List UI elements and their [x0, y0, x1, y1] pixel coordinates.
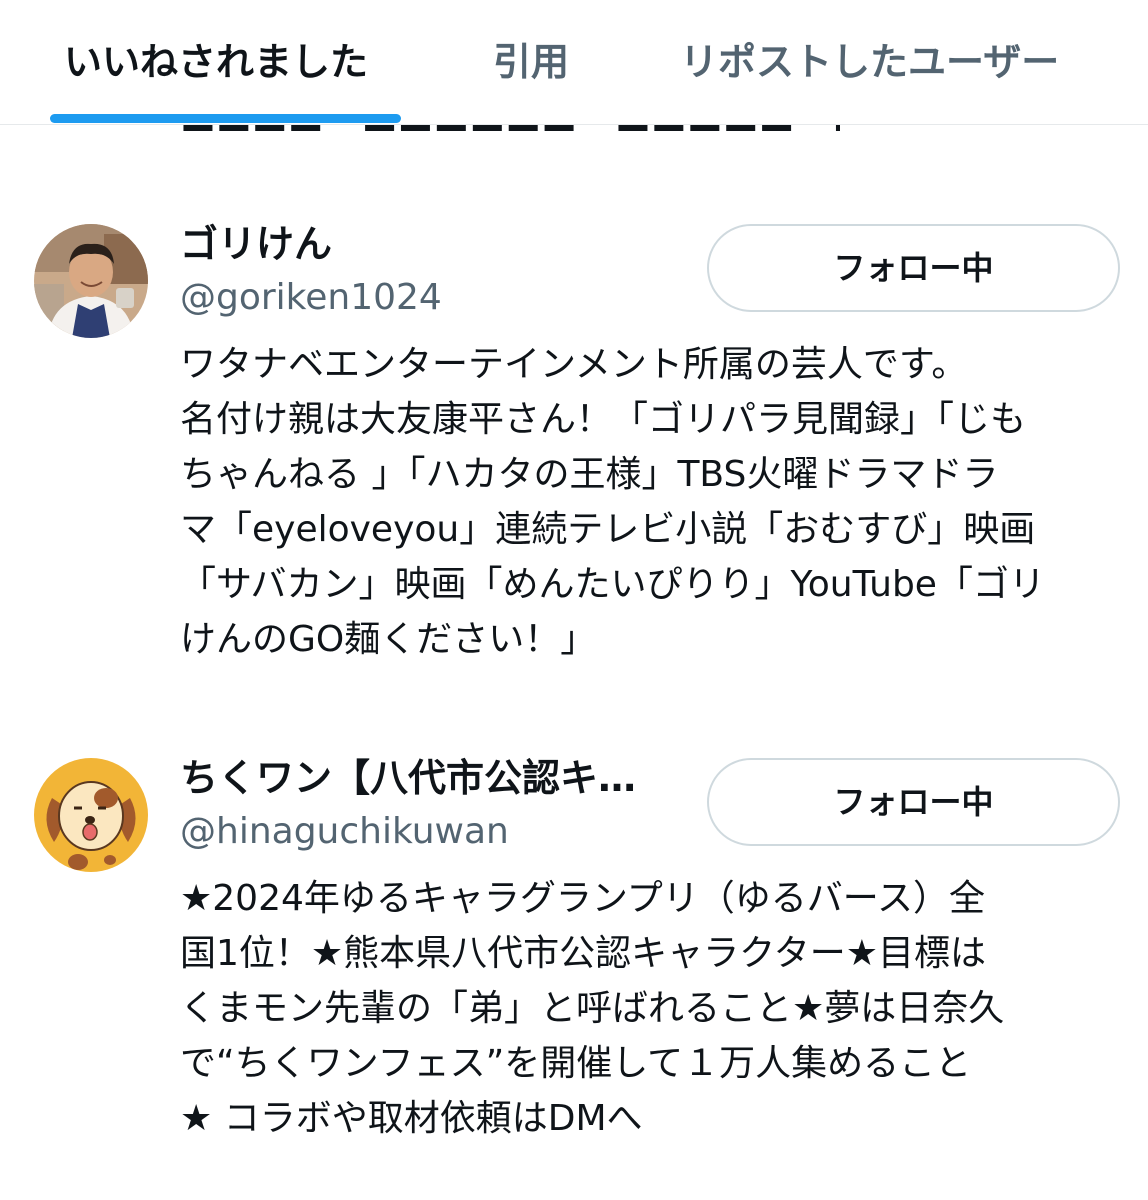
tab-quotes[interactable]: 引用	[493, 34, 569, 90]
bio-line: ワタナベエンターテインメント所属の芸人です。	[180, 344, 968, 385]
bio-line: ちゃんねる 」「ハカタの王様」TBS火曜ドラマドラ	[180, 454, 999, 495]
avatar-photo	[34, 224, 148, 338]
active-tab-indicator	[50, 114, 401, 123]
display-name[interactable]: ちくワン【八代市公認キ…	[180, 756, 636, 800]
bio-line: で“ちくワンフェス”を開催して１万人集めること	[180, 1043, 972, 1084]
following-button[interactable]: フォロー中	[707, 758, 1120, 846]
tab-reposts[interactable]: リポストしたユーザー	[680, 34, 1059, 90]
avatar-illustration	[34, 758, 148, 872]
bio-line: 名付け親は大友康平さん！「ゴリパラ見聞録」「じも	[180, 399, 1027, 440]
user-cell[interactable]: ゴリけん @goriken1024 フォロー中 ワタナベエンターテインメント所属…	[0, 222, 1148, 682]
clipped-previous-row: ■■■■ ■■■■■■ ■■■■■ ■	[180, 125, 840, 131]
user-bio: ★2024年ゆるキャラグランプリ（ゆるバース）全 国1位！★熊本県八代市公認キャ…	[180, 871, 1120, 1146]
bio-line: ★2024年ゆるキャラグランプリ（ゆるバース）全	[180, 878, 986, 919]
avatar[interactable]	[34, 758, 148, 872]
clipped-previous-row-text: ■■■■ ■■■■■■ ■■■■■ ■	[180, 125, 840, 131]
bio-line: ★ コラボや取材依頼はDMへ	[180, 1098, 643, 1139]
avatar[interactable]	[34, 224, 148, 338]
user-bio: ワタナベエンターテインメント所属の芸人です。 名付け親は大友康平さん！「ゴリパラ…	[180, 337, 1120, 667]
bio-line: くまモン先輩の「弟」と呼ばれること★夢は日奈久	[180, 988, 1005, 1029]
tab-likes[interactable]: いいねされました	[64, 34, 368, 90]
user-handle[interactable]: @hinaguchikuwan	[180, 810, 509, 854]
display-name[interactable]: ゴリけん	[180, 222, 332, 266]
bio-line: 「サバカン」映画「めんたいぴりり」YouTube「ゴリ	[180, 564, 1045, 605]
user-cell[interactable]: ちくワン【八代市公認キ… @hinaguchikuwan フォロー中 ★2024…	[0, 756, 1148, 1176]
following-button[interactable]: フォロー中	[707, 224, 1120, 312]
user-handle[interactable]: @goriken1024	[180, 276, 442, 320]
tab-bar: いいねされました 引用 リポストしたユーザー	[0, 0, 1148, 125]
bio-line: マ「eyeloveyou」連続テレビ小説「おむすび」映画	[180, 509, 1036, 550]
bio-line: けんのGO麺ください！」	[180, 619, 597, 660]
bio-line: 国1位！★熊本県八代市公認キャラクター★目標は	[180, 933, 987, 974]
